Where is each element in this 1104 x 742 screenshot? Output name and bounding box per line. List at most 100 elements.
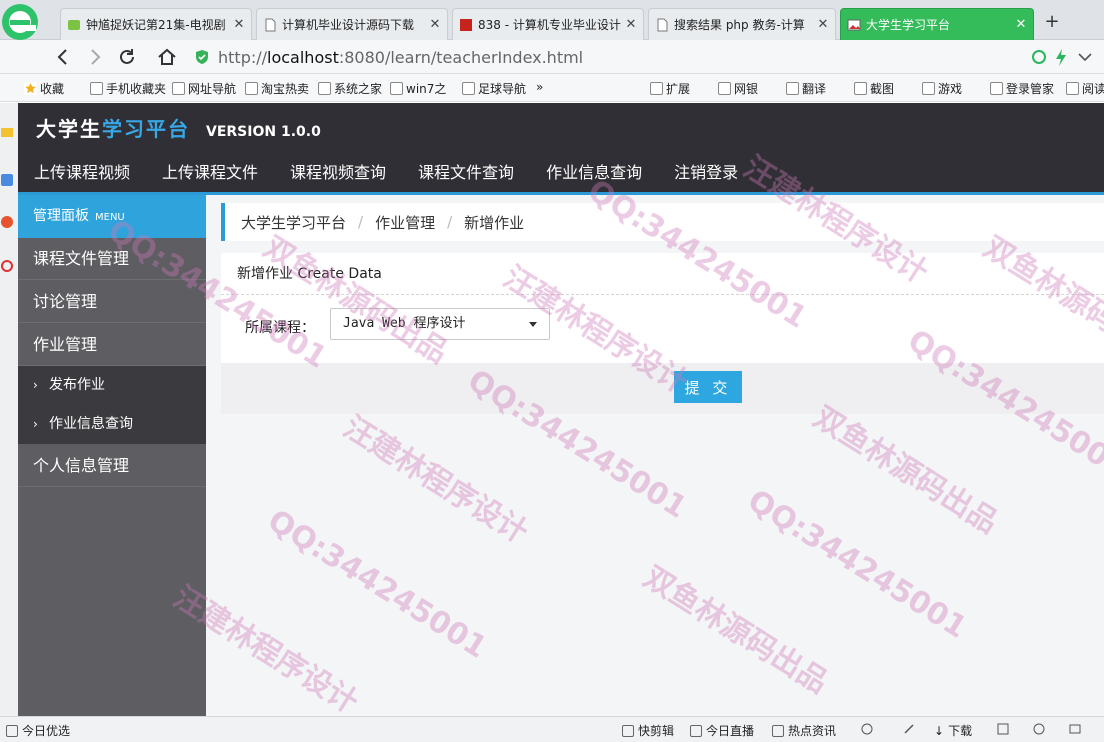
refresh-icon[interactable] bbox=[114, 44, 140, 70]
forward-icon[interactable] bbox=[82, 44, 108, 70]
close-tab-icon[interactable]: ✕ bbox=[427, 17, 443, 32]
status-quick-edit[interactable]: 快剪辑 bbox=[622, 722, 674, 739]
top-navigation: 上传课程视频 上传课程文件 课程视频查询 课程文件查询 作业信息查询 注销登录 bbox=[18, 159, 754, 182]
browser-logo-icon bbox=[2, 4, 38, 40]
page-icon bbox=[172, 82, 185, 95]
new-tab-icon[interactable]: + bbox=[1042, 12, 1062, 32]
close-tab-icon[interactable]: ✕ bbox=[1013, 17, 1029, 32]
folder-icon[interactable] bbox=[0, 125, 14, 139]
tool-reading[interactable]: 阅读 bbox=[1066, 80, 1104, 97]
bookmark-win7[interactable]: win7之 bbox=[390, 80, 446, 97]
bookmark-favorites[interactable]: 收藏 bbox=[24, 80, 64, 97]
sidebar-subitem-homework-query[interactable]: › 作业信息查询 bbox=[18, 405, 206, 444]
course-label: 所属课程： bbox=[245, 320, 315, 336]
shield-icon bbox=[196, 50, 208, 64]
chevron-right-icon: › bbox=[33, 378, 38, 392]
status-live[interactable]: 今日直播 bbox=[690, 722, 754, 739]
news-icon bbox=[772, 724, 784, 737]
close-tab-icon[interactable]: ✕ bbox=[623, 17, 639, 32]
speed-icon[interactable] bbox=[860, 722, 874, 736]
tool-bank[interactable]: 网银 bbox=[718, 80, 758, 97]
url-scheme: http:// bbox=[218, 47, 268, 67]
tab-5-active[interactable]: 大学生学习平台 ✕ bbox=[840, 8, 1034, 40]
tool-extensions[interactable]: 扩展 bbox=[650, 80, 690, 97]
breadcrumb-separator: / bbox=[447, 213, 453, 231]
page-icon bbox=[462, 82, 475, 95]
status-hot-news[interactable]: 热点资讯 bbox=[772, 722, 836, 739]
form-actions: 提 交 bbox=[221, 363, 1104, 414]
course-select[interactable]: Java Web 程序设计 bbox=[330, 308, 550, 340]
watermark: 双鱼林源码出品 bbox=[637, 559, 834, 701]
sidebar-subitem-publish-homework[interactable]: › 发布作业 bbox=[18, 366, 206, 405]
bookmark-taobao[interactable]: 淘宝热卖 bbox=[245, 80, 309, 97]
status-today-picks[interactable]: 今日优选 bbox=[6, 722, 70, 739]
sidebar: 管理面板 MENU 课程文件管理 讨论管理 作业管理 › 发布作业 › 作业信息查询 … bbox=[18, 195, 206, 716]
lightning-icon[interactable] bbox=[1048, 44, 1074, 70]
bookmark-mobile[interactable]: 手机收藏夹 bbox=[90, 80, 166, 97]
bookmark-football[interactable]: 足球导航 bbox=[462, 80, 526, 97]
download-arrow-icon: ↓ bbox=[934, 723, 945, 738]
course-select-value: Java Web 程序设计 bbox=[343, 316, 466, 331]
red-site-favicon-icon bbox=[460, 18, 472, 31]
watermark: QQ:344245001 bbox=[741, 483, 973, 646]
sidebar-item-discussion[interactable]: 讨论管理 bbox=[18, 281, 206, 323]
sidebar-app-icon[interactable] bbox=[0, 173, 14, 187]
site-brand: 大学生学习平台 VERSION 1.0.0 bbox=[36, 117, 321, 141]
tool-games[interactable]: 游戏 bbox=[922, 80, 962, 97]
browser-icon[interactable] bbox=[1032, 722, 1046, 736]
web-page: 大学生学习平台 VERSION 1.0.0 上传课程视频 上传课程文件 课程视频查… bbox=[0, 103, 1104, 716]
status-download[interactable]: ↓ 下载 bbox=[934, 722, 972, 739]
sidebar-header: 管理面板 MENU bbox=[18, 195, 206, 238]
submit-button[interactable]: 提 交 bbox=[674, 371, 742, 403]
close-tab-icon[interactable]: ✕ bbox=[231, 17, 247, 32]
address-bar[interactable]: http://localhost:8080/learn/teacherIndex… bbox=[194, 43, 1014, 71]
browser-side-strip bbox=[0, 103, 18, 716]
key-icon bbox=[990, 82, 1003, 95]
breadcrumb: 大学生学习平台 / 作业管理 / 新增作业 bbox=[221, 203, 1104, 241]
nav-homework-query[interactable]: 作业信息查询 bbox=[546, 159, 642, 182]
bookmark-nav[interactable]: 网址导航 bbox=[172, 80, 236, 97]
sidebar-item-course-files[interactable]: 课程文件管理 bbox=[18, 238, 206, 280]
translate-icon bbox=[786, 82, 799, 95]
tool-login-manager[interactable]: 登录管家 bbox=[990, 80, 1054, 97]
nav-upload-file[interactable]: 上传课程文件 bbox=[162, 159, 258, 182]
page-icon bbox=[390, 82, 403, 95]
window-icon[interactable] bbox=[1068, 722, 1082, 736]
url-path: :8080/learn/teacherIndex.html bbox=[338, 47, 584, 67]
bookmarks-more[interactable]: » bbox=[536, 80, 543, 94]
nav-file-query[interactable]: 课程文件查询 bbox=[418, 159, 514, 182]
nav-upload-video[interactable]: 上传课程视频 bbox=[34, 159, 130, 182]
breadcrumb-home[interactable]: 大学生学习平台 bbox=[241, 212, 346, 233]
bookmarks-bar: 收藏 手机收藏夹 网址导航 淘宝热卖 系统之家 win7之 足球导航 » 扩展 … bbox=[0, 74, 1104, 102]
close-tab-icon[interactable]: ✕ bbox=[815, 17, 831, 32]
sidebar-item-profile[interactable]: 个人信息管理 bbox=[18, 445, 206, 487]
weibo-icon[interactable] bbox=[0, 215, 14, 229]
bank-icon bbox=[718, 82, 731, 95]
tab-3[interactable]: 838 - 计算机专业毕业设计 ✕ bbox=[452, 8, 644, 40]
sidebar-item-homework[interactable]: 作业管理 bbox=[18, 324, 206, 366]
layout-icon[interactable] bbox=[996, 722, 1010, 736]
tool-translate[interactable]: 翻译 bbox=[786, 80, 826, 97]
page-icon bbox=[245, 82, 258, 95]
pin-icon[interactable] bbox=[902, 722, 916, 736]
breadcrumb-separator: / bbox=[358, 213, 364, 231]
home-icon[interactable] bbox=[154, 44, 180, 70]
tool-screenshot[interactable]: 截图 bbox=[854, 80, 894, 97]
tab-title: 搜索结果 php 教务-计算 bbox=[674, 18, 805, 32]
browser-tab-bar: 钟馗捉妖记第21集-电视剧 ✕ 计算机毕业设计源码下载 ✕ 838 - 计算机专… bbox=[0, 0, 1104, 40]
page-icon bbox=[318, 82, 331, 95]
tab-title: 钟馗捉妖记第21集-电视剧 bbox=[86, 18, 226, 32]
tab-2[interactable]: 计算机毕业设计源码下载 ✕ bbox=[256, 8, 448, 40]
video-edit-icon bbox=[622, 724, 634, 737]
back-icon[interactable] bbox=[50, 44, 76, 70]
page-favicon-icon bbox=[657, 18, 668, 31]
tab-1[interactable]: 钟馗捉妖记第21集-电视剧 ✕ bbox=[60, 8, 252, 40]
chevron-down-icon[interactable] bbox=[1072, 44, 1098, 70]
breadcrumb-homework[interactable]: 作业管理 bbox=[375, 212, 435, 233]
bookmark-system[interactable]: 系统之家 bbox=[318, 80, 382, 97]
tab-4[interactable]: 搜索结果 php 教务-计算 ✕ bbox=[648, 8, 836, 40]
app-icon[interactable] bbox=[0, 259, 14, 273]
nav-logout[interactable]: 注销登录 bbox=[674, 159, 738, 182]
nav-video-query[interactable]: 课程视频查询 bbox=[290, 159, 386, 182]
site-header: 大学生学习平台 VERSION 1.0.0 上传课程视频 上传课程文件 课程视频查… bbox=[18, 103, 1104, 192]
